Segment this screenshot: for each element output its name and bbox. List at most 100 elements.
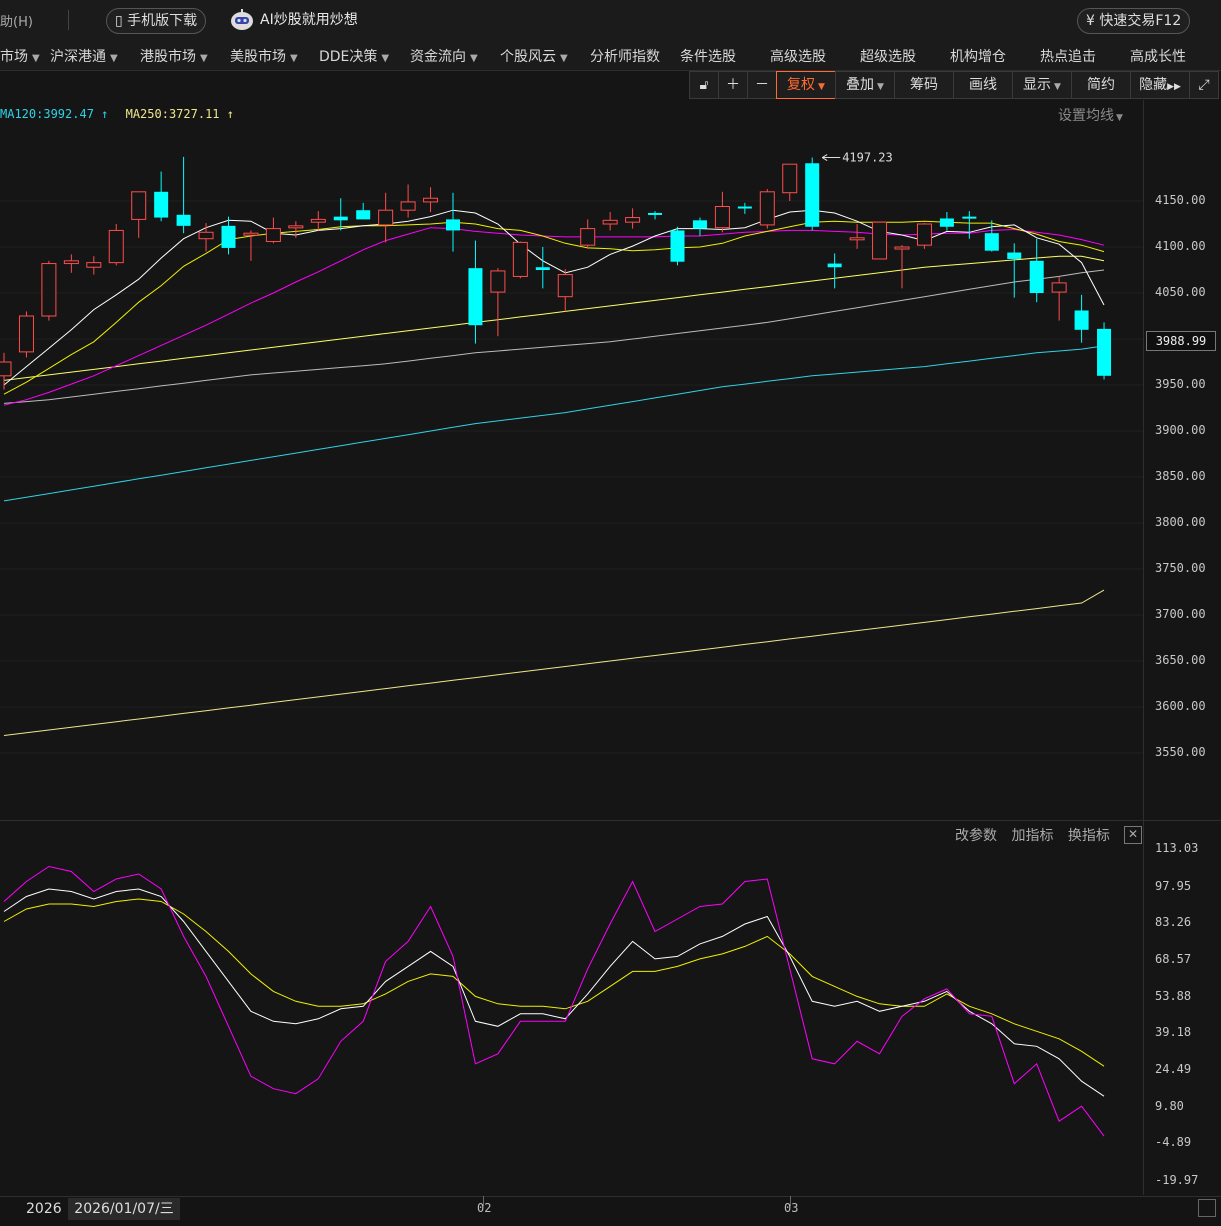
candle[interactable] <box>737 202 752 214</box>
candlestick-chart[interactable]: 4197.23 <box>0 100 1143 820</box>
nav-item[interactable]: 港股市场 ▼ <box>140 46 208 66</box>
candle[interactable] <box>512 241 528 279</box>
nav-item-label: 条件选股 <box>680 49 736 65</box>
chips-label: 筹码 <box>910 77 938 93</box>
chevron-down-icon: ▼ <box>818 82 825 92</box>
nav-item[interactable]: 市场 ▼ <box>0 46 40 66</box>
candle[interactable] <box>41 260 57 321</box>
candle[interactable] <box>805 157 820 231</box>
candle[interactable] <box>154 171 169 222</box>
candle[interactable] <box>131 191 147 238</box>
candle[interactable] <box>962 211 977 239</box>
candle[interactable] <box>1097 322 1112 380</box>
candle[interactable] <box>1051 276 1067 321</box>
candle[interactable] <box>692 217 707 236</box>
candle[interactable] <box>580 219 596 249</box>
indicator-slow-line <box>3 898 1105 1067</box>
candle-body <box>423 197 439 203</box>
candle[interactable] <box>984 220 999 252</box>
candle-body <box>468 268 483 326</box>
nav-item[interactable]: DDE决策 ▼ <box>319 46 389 66</box>
nav-item[interactable]: 热点追击 <box>1040 46 1096 66</box>
simple-button[interactable]: 简约 <box>1071 71 1131 99</box>
corner-button[interactable] <box>1198 1199 1216 1217</box>
candle[interactable] <box>468 240 483 344</box>
candle[interactable] <box>18 311 34 358</box>
candle[interactable] <box>176 156 191 234</box>
candle[interactable] <box>625 208 641 229</box>
nav-item[interactable]: 美股市场 ▼ <box>230 46 298 66</box>
fullscreen-button[interactable]: ⤢ <box>1189 71 1219 99</box>
candle[interactable] <box>356 202 371 220</box>
nav-item-label: 港股市场 <box>140 49 196 65</box>
zoom-out-button[interactable]: － <box>747 71 777 99</box>
candle-body <box>288 225 304 229</box>
nav-item-label: 高成长性 <box>1130 49 1186 65</box>
candle-body <box>984 233 999 251</box>
candle[interactable] <box>759 189 775 229</box>
candle[interactable] <box>602 212 618 231</box>
candle[interactable] <box>423 187 439 213</box>
draw-line-button[interactable]: 画线 <box>953 71 1013 99</box>
nav-item[interactable]: 高级选股 <box>770 46 826 66</box>
candle-body <box>894 246 910 250</box>
overlay-dropdown[interactable]: 叠加 ▼ <box>835 71 895 99</box>
ai-banner-link[interactable]: AI炒股就用炒想 <box>230 8 358 32</box>
indicator-tick-label: 24.49 <box>1155 1062 1192 1077</box>
candle[interactable] <box>265 217 281 244</box>
hide-button[interactable]: 隐藏▶▶ <box>1130 71 1190 99</box>
display-dropdown[interactable]: 显示 ▼ <box>1012 71 1072 99</box>
candle[interactable] <box>872 221 888 260</box>
candle[interactable] <box>310 211 326 231</box>
candle[interactable] <box>714 191 730 233</box>
lock-button[interactable]: 🔓︎ <box>689 71 719 99</box>
candle[interactable] <box>916 223 932 249</box>
candle[interactable] <box>1074 294 1089 343</box>
candle[interactable] <box>939 212 954 231</box>
candle[interactable] <box>670 226 685 266</box>
candle[interactable] <box>86 256 102 275</box>
nav-item[interactable]: 条件选股 <box>680 46 736 66</box>
nav-item[interactable]: 沪深港通 ▼ <box>50 46 118 66</box>
yen-icon: ¥ <box>1086 13 1095 29</box>
candle-body <box>310 218 326 223</box>
nav-item[interactable]: 高成长性 <box>1130 46 1186 66</box>
candle[interactable] <box>63 254 79 273</box>
candle[interactable] <box>827 253 842 289</box>
candle[interactable] <box>490 268 506 337</box>
chips-button[interactable]: 筹码 <box>894 71 954 99</box>
fast-trade-button[interactable]: ¥ 快速交易F12 <box>1077 8 1191 34</box>
candle[interactable] <box>108 224 124 266</box>
nav-item-label: 热点追击 <box>1040 49 1096 65</box>
month-label: 02 <box>477 1201 492 1215</box>
nav-item[interactable]: 个股风云 ▼ <box>500 46 568 66</box>
nav-item[interactable]: 机构增仓 <box>950 46 1006 66</box>
nav-item-label: 市场 <box>0 49 28 65</box>
chart-toolbar: 🔓︎ ＋ － 复权 ▼ 叠加 ▼ 筹码 画线 显示 ▼ 简约 隐藏▶▶ ⤢ <box>689 71 1219 99</box>
mobile-download-button[interactable]: ▯ 手机版下载 <box>106 8 207 34</box>
candle-body <box>63 260 79 265</box>
help-menu[interactable]: 助(H) <box>0 11 33 30</box>
candle[interactable] <box>557 269 573 312</box>
indicator-chart[interactable] <box>0 822 1143 1194</box>
ma250-line <box>3 589 1105 736</box>
nav-item[interactable]: 资金流向 ▼ <box>410 46 478 66</box>
candle[interactable] <box>1029 238 1044 303</box>
candle[interactable] <box>849 224 865 249</box>
nav-item[interactable]: 超级选股 <box>860 46 916 66</box>
candle[interactable] <box>243 230 259 261</box>
candle[interactable] <box>288 221 304 238</box>
fuquan-dropdown[interactable]: 复权 ▼ <box>776 71 836 99</box>
candle-body <box>243 232 259 236</box>
top-bar: 助(H) ▯ 手机版下载 AI炒股就用炒想 ¥ 快速交易F12 <box>0 0 1221 41</box>
candle[interactable] <box>378 192 394 243</box>
candle[interactable] <box>648 211 663 220</box>
candle[interactable] <box>333 198 348 231</box>
nav-item[interactable]: 分析师指数 <box>590 46 660 66</box>
candle[interactable] <box>782 163 798 201</box>
zoom-in-button[interactable]: ＋ <box>718 71 748 99</box>
candle[interactable] <box>535 247 550 289</box>
candle[interactable] <box>446 192 460 252</box>
candle[interactable] <box>894 245 910 289</box>
candle[interactable] <box>1007 243 1022 298</box>
